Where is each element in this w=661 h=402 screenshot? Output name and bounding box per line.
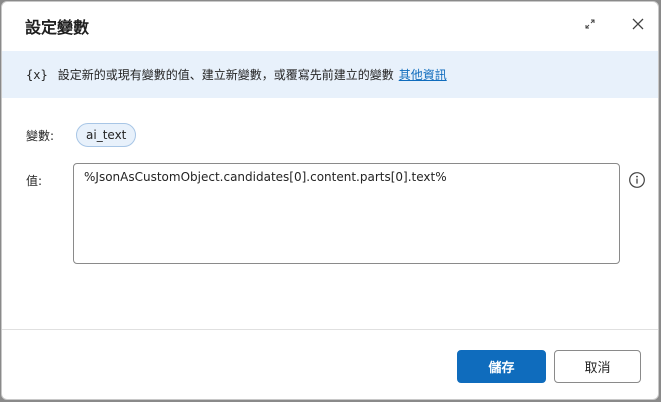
expand-button[interactable] xyxy=(580,14,600,34)
variable-name-chip[interactable]: ai_text xyxy=(76,123,137,147)
cancel-button[interactable]: 取消 xyxy=(554,350,641,383)
variable-icon: {x} xyxy=(26,67,48,82)
more-info-link[interactable]: 其他資訊 xyxy=(399,66,447,83)
footer-divider xyxy=(2,329,658,330)
dialog-title: 設定變數 xyxy=(25,18,90,37)
info-icon[interactable] xyxy=(628,171,646,189)
expand-icon xyxy=(585,19,595,29)
close-button[interactable] xyxy=(628,14,648,34)
variable-label: 變數: xyxy=(26,129,55,143)
value-input[interactable]: %JsonAsCustomObject.candidates[0].conten… xyxy=(73,163,620,264)
value-label: 值: xyxy=(26,174,43,188)
set-variable-dialog: 設定變數 {x} 設定新的或現有變數的值、建立新變數，或覆寫先前建立的變數 其他… xyxy=(1,1,659,400)
info-text: 設定新的或現有變數的值、建立新變數，或覆寫先前建立的變數 xyxy=(57,68,394,82)
info-bar: {x} 設定新的或現有變數的值、建立新變數，或覆寫先前建立的變數 其他資訊 xyxy=(2,51,658,98)
close-icon xyxy=(632,18,644,30)
save-button[interactable]: 儲存 xyxy=(457,350,546,383)
